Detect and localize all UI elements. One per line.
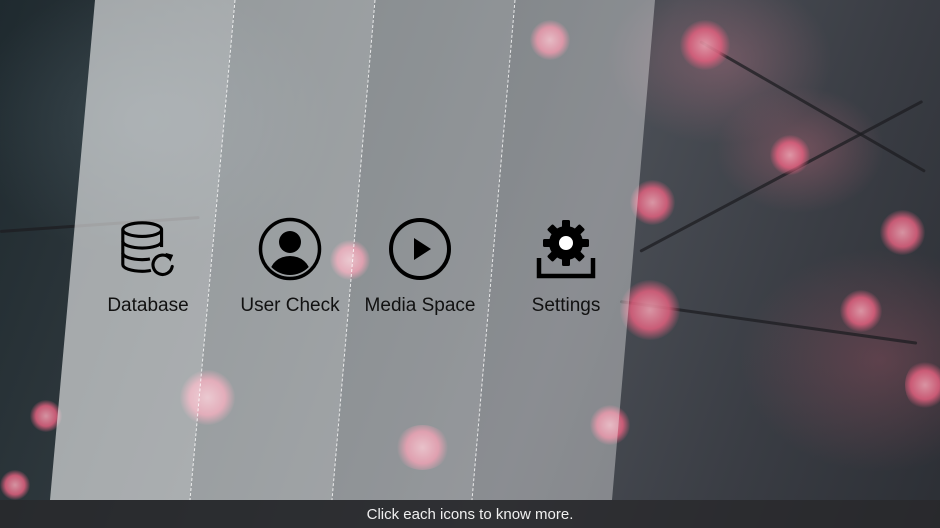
main-menu: Database User Check Media Space Settings [0,0,940,528]
database-button[interactable]: Database [78,215,218,335]
user-circle-icon [256,215,324,283]
settings-button[interactable]: Settings [496,215,636,335]
hint-bar: Click each icons to know more. [0,500,940,528]
user-check-button[interactable]: User Check [220,215,360,335]
media-space-label: Media Space [364,295,476,316]
gear-download-icon [532,215,600,283]
media-space-button[interactable]: Media Space [350,215,490,335]
user-check-label: User Check [240,295,340,316]
settings-label: Settings [531,295,601,316]
play-circle-icon [386,215,454,283]
database-refresh-icon [114,215,182,283]
database-label: Database [107,295,189,316]
hint-text: Click each icons to know more. [366,505,574,523]
